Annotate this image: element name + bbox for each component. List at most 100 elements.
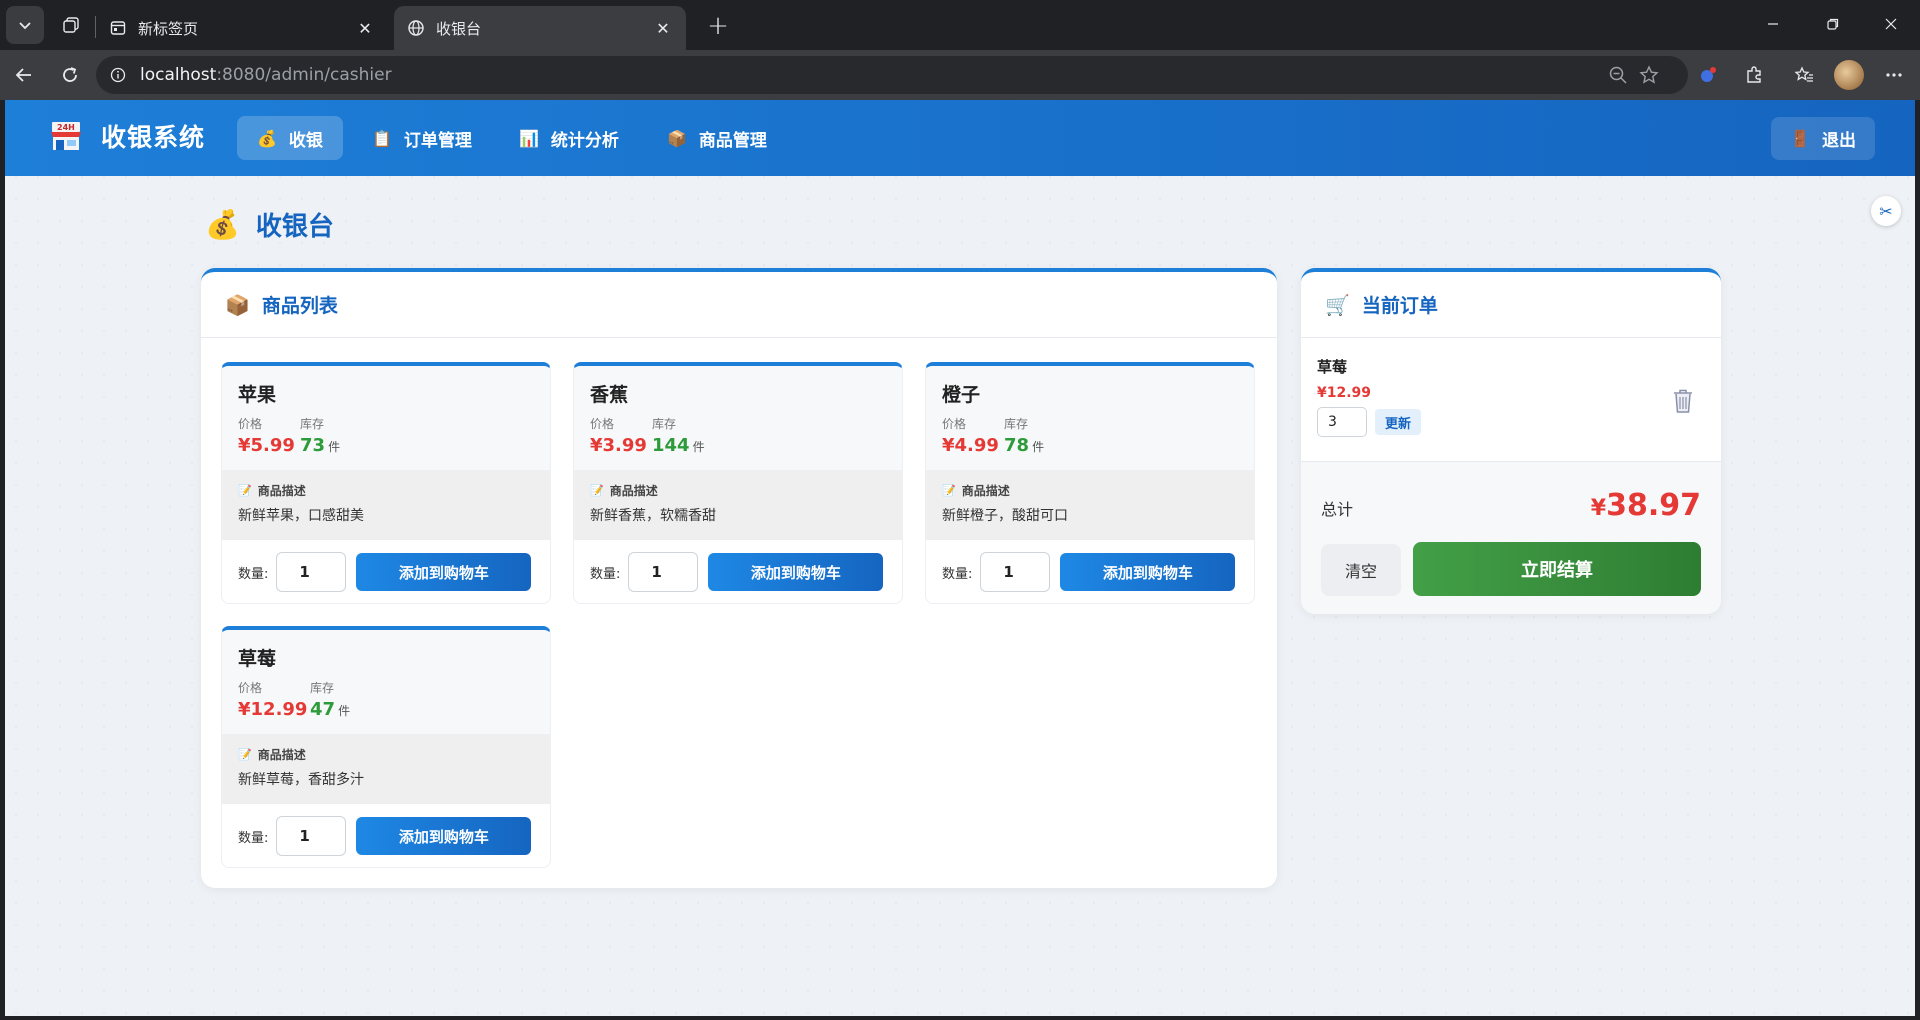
product-stock: 78 — [1004, 435, 1030, 456]
restore-button[interactable] — [1804, 0, 1862, 48]
logout-button[interactable]: 🚪 退出 — [1771, 117, 1875, 160]
memo-icon: 📝 — [590, 484, 604, 497]
trash-icon[interactable] — [1669, 386, 1697, 416]
more-options-icon[interactable] — [1878, 59, 1910, 91]
stock-unit: 件 — [338, 704, 351, 718]
order-quantity-input[interactable]: 3 — [1317, 407, 1367, 437]
tab-cashier[interactable]: 收银台 ✕ — [394, 6, 686, 50]
reload-button[interactable] — [52, 57, 88, 93]
package-icon: 📦 — [667, 128, 687, 148]
money-bag-icon: 💰 — [205, 208, 240, 241]
price-label: 价格 — [590, 417, 615, 431]
globe-icon — [406, 18, 426, 38]
tab-title: 收银台 — [436, 19, 482, 38]
clear-cart-button[interactable]: 清空 — [1321, 544, 1401, 596]
desc-label: 商品描述 — [257, 748, 306, 762]
total-value: 38.97 — [1606, 488, 1701, 523]
close-icon[interactable]: ✕ — [652, 17, 674, 39]
chevron-down-icon — [19, 22, 31, 30]
nav-label: 订单管理 — [403, 130, 472, 151]
stock-unit: 件 — [692, 440, 705, 454]
stock-label: 库存 — [1004, 417, 1029, 431]
product-card: 香蕉 价格 ¥3.99 库存 144 件 📝 商品描述 新鲜香蕉，软糯香甜 数量… — [573, 362, 903, 604]
product-card: 橙子 价格 ¥4.99 库存 78 件 📝 商品描述 新鲜橙子，酸甜可口 数量:… — [925, 362, 1255, 604]
order-item-name: 草莓 — [1317, 358, 1348, 376]
quantity-input[interactable]: 1 — [980, 552, 1051, 592]
add-to-cart-button[interactable]: 添加到购物车 — [356, 553, 532, 591]
restore-icon — [1827, 18, 1839, 30]
profile-avatar[interactable] — [1834, 60, 1864, 90]
page-viewport: 24H 收银系统 💰 收银 📋 订单管理 📊 统计分析 📦 商品管理 🚪 退出 … — [5, 100, 1915, 1016]
favorite-star-icon[interactable] — [1639, 56, 1659, 94]
nav-cashier[interactable]: 💰 收银 — [237, 116, 343, 160]
product-list-panel: 📦 商品列表 苹果 价格 ¥5.99 库存 73 件 📝 商品描述 新鲜苹果，口… — [201, 268, 1277, 888]
zoom-out-icon[interactable] — [1608, 56, 1628, 94]
total-amount: ¥38.97 — [1591, 488, 1701, 523]
workspaces-button[interactable] — [52, 6, 90, 44]
reload-icon — [63, 67, 77, 82]
workspaces-icon — [63, 17, 79, 33]
minimize-button[interactable] — [1744, 0, 1802, 48]
price-label: 价格 — [238, 681, 263, 695]
bar-chart-icon: 📊 — [519, 128, 539, 148]
quantity-input[interactable]: 1 — [276, 816, 347, 856]
close-icon[interactable]: ✕ — [354, 17, 376, 39]
tab-actions-menu-button[interactable] — [6, 6, 44, 44]
clipboard-icon: 📋 — [372, 128, 392, 148]
product-stock: 47 — [310, 699, 336, 720]
desc-label: 商品描述 — [257, 484, 306, 498]
checkout-button[interactable]: 立即结算 — [1413, 542, 1701, 596]
quantity-input[interactable]: 1 — [628, 552, 699, 592]
product-name: 橙子 — [942, 384, 981, 406]
nav-products[interactable]: 📦 商品管理 — [647, 116, 787, 160]
back-button[interactable] — [6, 57, 42, 93]
close-window-button[interactable] — [1862, 0, 1920, 48]
nav-label: 统计分析 — [550, 130, 619, 151]
product-description: 新鲜草莓，香甜多汁 — [238, 772, 364, 788]
add-to-cart-button[interactable]: 添加到购物车 — [356, 817, 532, 855]
quantity-input[interactable]: 1 — [276, 552, 347, 592]
scissors-icon[interactable]: ✂ — [1871, 196, 1901, 226]
stock-unit: 件 — [1032, 440, 1045, 454]
product-description: 新鲜苹果，口感甜美 — [238, 508, 364, 524]
arrow-left-icon — [15, 68, 31, 82]
add-to-cart-button[interactable]: 添加到购物车 — [708, 553, 884, 591]
stock-label: 库存 — [310, 681, 335, 695]
product-price: ¥4.99 — [942, 435, 999, 456]
tab-new-tab[interactable]: 新标签页 ✕ — [96, 6, 388, 50]
package-icon: 📦 — [225, 292, 250, 317]
new-tab-button[interactable]: + — [700, 8, 736, 44]
product-description: 新鲜香蕉，软糯香甜 — [590, 508, 716, 524]
memo-icon: 📝 — [942, 484, 956, 497]
product-description: 新鲜橙子，酸甜可口 — [942, 508, 1068, 524]
total-currency: ¥ — [1590, 496, 1607, 521]
quantity-label: 数量: — [942, 566, 973, 582]
nav-orders[interactable]: 📋 订单管理 — [352, 116, 492, 160]
favorites-icon[interactable] — [1788, 59, 1820, 91]
total-label: 总计 — [1321, 500, 1354, 519]
memo-icon: 📝 — [238, 484, 252, 497]
product-price: ¥3.99 — [590, 435, 647, 456]
extensions-puzzle-icon[interactable] — [1738, 59, 1770, 91]
extension-copilot-icon[interactable] — [1692, 59, 1724, 91]
product-card: 苹果 价格 ¥5.99 库存 73 件 📝 商品描述 新鲜苹果，口感甜美 数量:… — [221, 362, 551, 604]
quantity-label: 数量: — [590, 566, 621, 582]
add-to-cart-button[interactable]: 添加到购物车 — [1060, 553, 1236, 591]
product-stock: 144 — [652, 435, 690, 456]
brand[interactable]: 24H 收银系统 — [49, 118, 205, 154]
panel-header: 🛒 当前订单 — [1301, 272, 1721, 338]
logout-label: 退出 — [1821, 131, 1856, 151]
order-summary: 总计 ¥38.97 清空 立即结算 — [1301, 462, 1721, 614]
stock-label: 库存 — [652, 417, 677, 431]
product-card: 草莓 价格 ¥12.99 库存 47 件 📝 商品描述 新鲜草莓，香甜多汁 数量… — [221, 626, 551, 868]
desc-label: 商品描述 — [609, 484, 658, 498]
panel-title: 商品列表 — [261, 295, 338, 317]
info-icon[interactable] — [110, 67, 130, 83]
stock-unit: 件 — [328, 440, 341, 454]
address-bar[interactable]: localhost:8080/admin/cashier — [96, 56, 1688, 94]
nav-statistics[interactable]: 📊 统计分析 — [499, 116, 639, 160]
panel-header: 📦 商品列表 — [201, 272, 1277, 338]
new-tab-page-icon — [108, 18, 128, 38]
update-button[interactable]: 更新 — [1375, 409, 1422, 435]
app-header: 24H 收银系统 💰 收银 📋 订单管理 📊 统计分析 📦 商品管理 🚪 退出 — [5, 100, 1915, 176]
